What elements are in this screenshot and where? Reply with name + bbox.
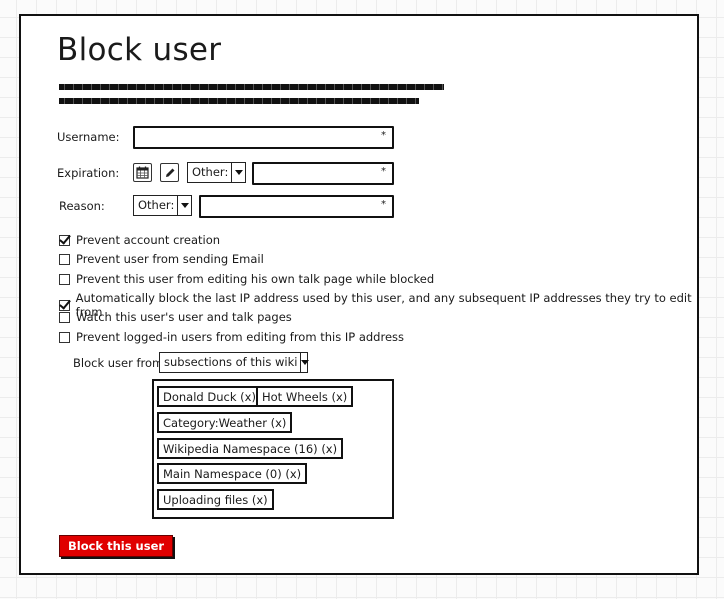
option-watch-pages[interactable]: Watch this user's user and talk pages	[59, 310, 292, 324]
checkbox[interactable]	[59, 273, 70, 285]
required-marker: *	[381, 166, 386, 177]
calendar-button[interactable]	[133, 163, 152, 182]
expiration-select-value: Other:	[192, 165, 229, 179]
expiration-select[interactable]: Other:	[187, 162, 246, 183]
reason-input[interactable]: *	[199, 195, 394, 218]
username-label: Username:	[57, 130, 120, 144]
block-user-button[interactable]: Block this user	[59, 535, 174, 557]
description-line-2	[59, 98, 419, 104]
scope-chip[interactable]: Hot Wheels (x)	[256, 386, 354, 407]
block-from-label: Block user from:	[73, 356, 168, 370]
option-label: Prevent this user from editing his own t…	[76, 272, 435, 286]
block-from-select-value: subsections of this wiki	[164, 355, 298, 369]
required-marker: *	[381, 199, 386, 210]
option-label: Prevent account creation	[76, 233, 221, 247]
calendar-icon	[136, 166, 149, 179]
option-prevent-account-creation[interactable]: Prevent account creation	[59, 233, 220, 247]
page-title: Block user	[57, 32, 222, 68]
checkbox[interactable]	[59, 234, 70, 246]
reason-label: Reason:	[59, 199, 105, 213]
pencil-icon	[165, 168, 174, 177]
checkbox[interactable]	[59, 331, 70, 343]
reason-select[interactable]: Other:	[133, 195, 192, 216]
scope-chip[interactable]: Category:Weather (x)	[157, 412, 293, 433]
scope-chip[interactable]: Main Namespace (0) (x)	[157, 463, 308, 484]
option-prevent-logged-in[interactable]: Prevent logged-in users from editing fro…	[59, 330, 404, 344]
option-prevent-talk-page-edit[interactable]: Prevent this user from editing his own t…	[59, 272, 434, 286]
chevron-down-icon	[231, 163, 245, 182]
username-input[interactable]: *	[133, 126, 394, 149]
scope-chip[interactable]: Uploading files (x)	[157, 489, 274, 510]
required-marker: *	[381, 130, 386, 141]
scope-chip[interactable]: Wikipedia Namespace (16) (x)	[157, 438, 344, 459]
checkbox[interactable]	[59, 299, 70, 311]
reason-select-value: Other:	[138, 198, 175, 212]
block-from-select[interactable]: subsections of this wiki	[159, 352, 310, 373]
block-scope-list: Donald Duck (x) Hot Wheels (x) Category:…	[152, 379, 394, 519]
option-prevent-email[interactable]: Prevent user from sending Email	[59, 252, 264, 266]
option-label: Prevent user from sending Email	[76, 252, 264, 266]
checkbox[interactable]	[59, 253, 70, 265]
option-label: Watch this user's user and talk pages	[76, 310, 292, 324]
scope-chip[interactable]: Donald Duck (x)	[157, 386, 262, 407]
block-user-dialog: Block user Username: * Expiration: Other…	[19, 14, 699, 575]
option-label: Prevent logged-in users from editing fro…	[76, 330, 404, 344]
expiration-input[interactable]: *	[252, 162, 394, 185]
edit-button[interactable]	[160, 163, 179, 182]
checkbox[interactable]	[59, 311, 70, 323]
chevron-down-icon	[300, 353, 310, 372]
expiration-label: Expiration:	[57, 166, 120, 180]
chevron-down-icon	[177, 196, 191, 215]
description-line-1	[59, 84, 444, 90]
